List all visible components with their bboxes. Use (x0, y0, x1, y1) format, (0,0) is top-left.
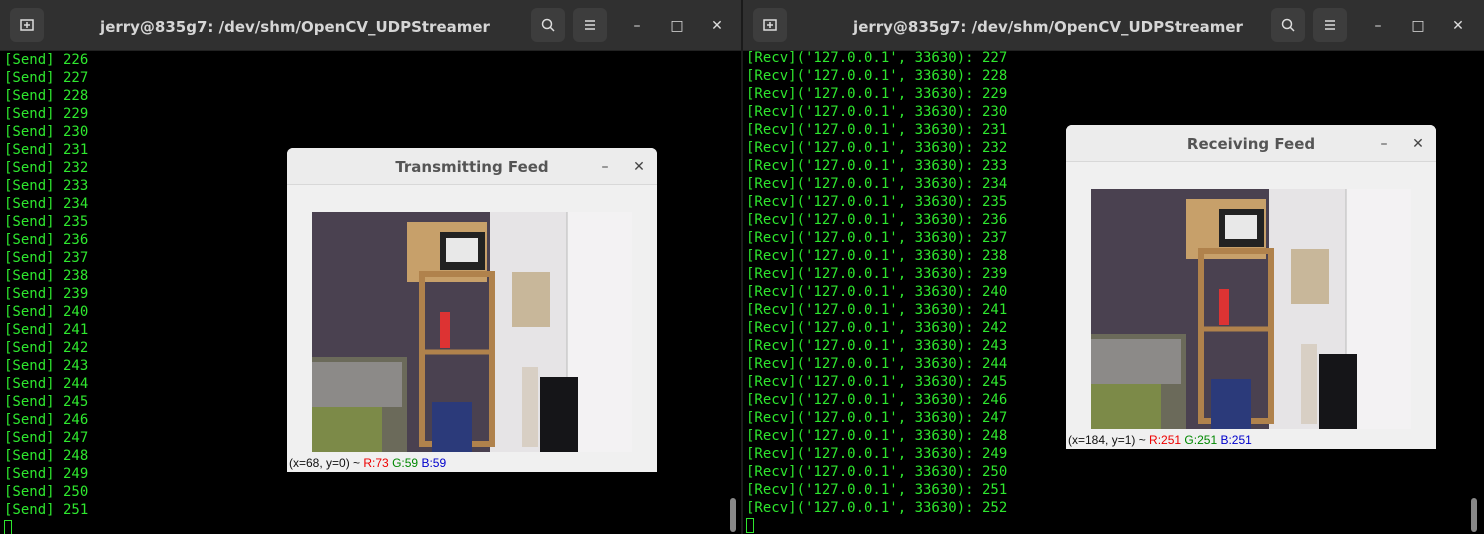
log-line: [Send] 244 (4, 376, 89, 392)
log-line: [Recv]('127.0.0.1', 33630): 249 (746, 446, 1008, 462)
new-tab-icon[interactable] (10, 8, 44, 42)
log-line: [Recv]('127.0.0.1', 33630): 246 (746, 392, 1008, 408)
new-tab-icon[interactable] (753, 8, 787, 42)
log-line: [Recv]('127.0.0.1', 33630): 237 (746, 230, 1008, 246)
log-line: [Recv]('127.0.0.1', 33630): 240 (746, 284, 1008, 300)
log-line: [Recv]('127.0.0.1', 33630): 230 (746, 104, 1008, 120)
log-line: [Recv]('127.0.0.1', 33630): 235 (746, 194, 1008, 210)
hamburger-menu-icon[interactable] (1313, 8, 1347, 42)
log-line: [Recv]('127.0.0.1', 33630): 248 (746, 428, 1008, 444)
blue-value: B:59 (421, 456, 447, 470)
log-line: [Send] 248 (4, 448, 89, 464)
log-line: [Recv]('127.0.0.1', 33630): 231 (746, 122, 1008, 138)
search-icon[interactable] (531, 8, 565, 42)
window-titlebar: Receiving Feed – ✕ (1066, 125, 1436, 162)
log-line: [Send] 233 (4, 178, 89, 194)
green-value: G:59 (392, 456, 419, 470)
log-line: [Recv]('127.0.0.1', 33630): 239 (746, 266, 1008, 282)
terminal-cursor (746, 518, 754, 533)
log-line: [Send] 250 (4, 484, 89, 500)
log-line: [Send] 238 (4, 268, 89, 284)
minimize-icon[interactable]: – (1372, 125, 1396, 163)
scrollbar[interactable] (727, 52, 739, 534)
log-line: [Recv]('127.0.0.1', 33630): 247 (746, 410, 1008, 426)
green-value: G:251 (1184, 433, 1218, 447)
log-line: [Send] 239 (4, 286, 89, 302)
receiving-feed-window: Receiving Feed – ✕ (x=184, y=1) ~ R:251 … (1066, 125, 1436, 449)
red-value: R:251 (1149, 433, 1182, 447)
maximize-icon[interactable]: □ (1403, 0, 1433, 50)
terminal-titlebar: jerry@835g7: /dev/shm/OpenCV_UDPStreamer… (743, 0, 1484, 51)
pixel-status-bar: (x=184, y=1) ~ R:251 G:251 B:251 (1068, 433, 1252, 447)
log-line: [Recv]('127.0.0.1', 33630): 244 (746, 356, 1008, 372)
log-line: [Send] 227 (4, 70, 89, 86)
close-icon[interactable]: ✕ (1443, 0, 1473, 50)
log-line: [Send] 231 (4, 142, 89, 158)
video-frame[interactable] (312, 212, 632, 452)
cursor-coordinates: (x=68, y=0) ~ (289, 456, 364, 470)
log-line: [Recv]('127.0.0.1', 33630): 232 (746, 140, 1008, 156)
minimize-icon[interactable]: – (1363, 0, 1393, 50)
log-line: [Send] 236 (4, 232, 89, 248)
pixel-status-bar: (x=68, y=0) ~ R:73 G:59 B:59 (289, 456, 446, 470)
log-line: [Send] 228 (4, 88, 89, 104)
log-line: [Recv]('127.0.0.1', 33630): 233 (746, 158, 1008, 174)
log-line: [Recv]('127.0.0.1', 33630): 227 (746, 50, 1008, 66)
log-line: [Recv]('127.0.0.1', 33630): 252 (746, 500, 1008, 516)
log-line: [Send] 246 (4, 412, 89, 428)
log-line: [Send] 247 (4, 430, 89, 446)
scrollbar-thumb[interactable] (730, 498, 736, 532)
log-line: [Send] 249 (4, 466, 89, 482)
video-frame[interactable] (1091, 189, 1411, 429)
log-line: [Recv]('127.0.0.1', 33630): 250 (746, 464, 1008, 480)
minimize-icon[interactable]: – (622, 0, 652, 50)
log-line: [Send] 241 (4, 322, 89, 338)
log-line: [Send] 245 (4, 394, 89, 410)
log-line: [Recv]('127.0.0.1', 33630): 242 (746, 320, 1008, 336)
log-line: [Recv]('127.0.0.1', 33630): 234 (746, 176, 1008, 192)
hamburger-menu-icon[interactable] (573, 8, 607, 42)
log-line: [Recv]('127.0.0.1', 33630): 251 (746, 482, 1008, 498)
log-line: [Send] 232 (4, 160, 89, 176)
log-line: [Recv]('127.0.0.1', 33630): 229 (746, 86, 1008, 102)
scrollbar-thumb[interactable] (1471, 498, 1477, 532)
close-icon[interactable]: ✕ (627, 148, 651, 186)
log-line: [Recv]('127.0.0.1', 33630): 243 (746, 338, 1008, 354)
log-line: [Send] 229 (4, 106, 89, 122)
log-line: [Recv]('127.0.0.1', 33630): 228 (746, 68, 1008, 84)
minimize-icon[interactable]: – (593, 148, 617, 186)
red-value: R:73 (363, 456, 389, 470)
window-titlebar: Transmitting Feed – ✕ (287, 148, 657, 185)
transmitting-feed-window: Transmitting Feed – ✕ (x=68, y=0) ~ R:73… (287, 148, 657, 472)
terminal-title: jerry@835g7: /dev/shm/OpenCV_UDPStreamer (100, 18, 490, 36)
log-line: [Send] 237 (4, 250, 89, 266)
log-line: [Send] 251 (4, 502, 89, 518)
maximize-icon[interactable]: □ (662, 0, 692, 50)
receive-log: [Recv]('127.0.0.1', 33630): 227 [Recv]('1… (746, 49, 1007, 534)
terminal-title: jerry@835g7: /dev/shm/OpenCV_UDPStreamer (853, 18, 1243, 36)
scrollbar[interactable] (1468, 52, 1480, 534)
log-line: [Recv]('127.0.0.1', 33630): 245 (746, 374, 1008, 390)
log-line: [Send] 234 (4, 196, 89, 212)
log-line: [Send] 235 (4, 214, 89, 230)
terminal-titlebar: jerry@835g7: /dev/shm/OpenCV_UDPStreamer… (0, 0, 741, 51)
send-log: [Send] 226 [Send] 227 [Send] 228 [Send] 229… (4, 51, 88, 534)
log-line: [Recv]('127.0.0.1', 33630): 241 (746, 302, 1008, 318)
log-line: [Send] 226 (4, 52, 89, 68)
cursor-coordinates: (x=184, y=1) ~ (1068, 433, 1150, 447)
close-icon[interactable]: ✕ (702, 0, 732, 50)
terminal-cursor (4, 520, 12, 534)
log-line: [Recv]('127.0.0.1', 33630): 238 (746, 248, 1008, 264)
log-line: [Send] 240 (4, 304, 89, 320)
log-line: [Send] 243 (4, 358, 89, 374)
close-icon[interactable]: ✕ (1406, 125, 1430, 163)
log-line: [Send] 230 (4, 124, 89, 140)
blue-value: B:251 (1220, 433, 1252, 447)
log-line: [Send] 242 (4, 340, 89, 356)
log-line: [Recv]('127.0.0.1', 33630): 236 (746, 212, 1008, 228)
search-icon[interactable] (1271, 8, 1305, 42)
